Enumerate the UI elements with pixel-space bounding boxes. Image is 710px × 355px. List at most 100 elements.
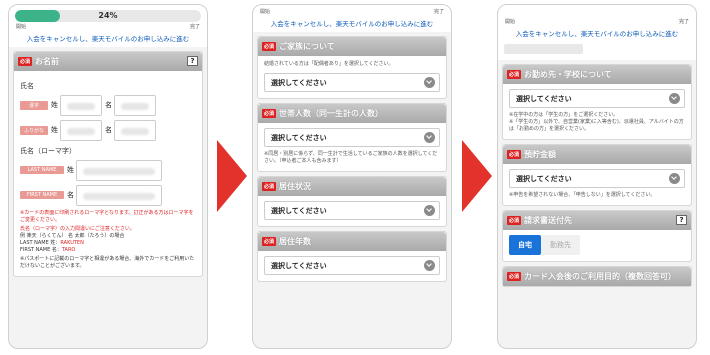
select-value: 選択してください [271,78,327,87]
years-section: 必須 居住年数 選択してください [257,231,447,282]
chevron-down-icon [424,205,435,216]
progress-start-label: 開始 [260,9,271,15]
kanji-tag: 漢字 [20,100,48,110]
household-select[interactable]: 選択してください [264,128,440,147]
furigana-first-name-input[interactable] [114,119,156,141]
section-title: お名前 [35,57,60,66]
select-value: 選択してください [516,94,572,103]
example-last-value: RAKUTEN [60,240,84,246]
name-section: 必須 お名前 ? 氏名 漢字 姓 名 ふりがな 姓 名 氏名（ローマ字） LAS… [13,51,203,277]
example-first-value: TARO [61,247,76,253]
passport-note: ※パスポートに記載のローマ字と相違がある場合、海外でカードをご利用いただけないこ… [20,256,195,269]
mei-label: 名 [67,191,74,199]
sei-label: 姓 [67,166,74,174]
section-header: 必須 お名前 ? [14,52,202,71]
previous-select-cut [504,44,584,54]
mail-option-work[interactable]: 勤務先 [541,235,580,255]
section-title: カード入会後のご利用目的（複数回答可） [524,272,677,281]
last-name-tag: LAST NAME [20,166,64,174]
furigana-tag: ふりがな [20,125,48,135]
mei-label: 名 [105,101,112,109]
help-icon[interactable]: ? [187,56,198,66]
required-badge: 必須 [262,42,277,51]
name-label: 氏名 [20,82,34,90]
progress-start-label: 開始 [505,19,516,25]
household-note: ※同居・別居に係らず、同一生計で生活しているご家族の人数を選択してください。（申… [264,151,438,164]
mail-option-home[interactable]: 自宅 [509,235,541,255]
chevron-down-icon [424,132,435,143]
furigana-last-name-input[interactable] [60,119,102,141]
chevron-down-icon [424,77,435,88]
mail-section: 必須 請求書送付先 ? 自宅 勤務先 [502,210,692,262]
residence-select[interactable]: 選択してください [264,201,440,220]
help-icon[interactable]: ? [676,215,687,225]
first-name-tag: FIRST NAME [20,191,64,199]
savings-note: ※申告を希望されない場合、「申告しない」を選択してください。 [509,192,656,198]
progress-end-label: 完了 [678,19,689,25]
required-badge: 必須 [507,216,522,225]
progress-bar: 24% [15,10,201,22]
progress-end-label: 完了 [433,9,444,15]
next-arrow-icon [462,140,492,212]
section-title: 世帯人数（同一生計の人数） [279,109,384,118]
sei-label: 姓 [51,126,58,134]
romaji-last-name-input[interactable] [76,159,162,181]
chevron-down-icon [669,93,680,104]
savings-section: 必須 預貯金額 選択してください ※申告を希望されない場合、「申告しない」を選択… [502,144,692,206]
select-value: 選択してください [271,206,327,215]
required-badge: 必須 [507,150,522,159]
screen-employment-step: 開始 完了 入会をキャンセルし、楽天モバイルのお申し込みに進む 必須 お勤め先・… [497,4,697,349]
employment-note-2: ※「学生の方」以外で、自営業(家業)に入等含む)、派遣社員、アルバイトの方は「お… [509,119,684,132]
required-badge: 必須 [262,182,277,191]
section-title: ご家族について [279,42,335,51]
progress-end-label: 完了 [189,24,200,30]
required-badge: 必須 [507,272,522,281]
select-value: 選択してください [271,133,327,142]
required-badge: 必須 [262,109,277,118]
household-section: 必須 世帯人数（同一生計の人数） 選択してください ※同居・別居に係らず、同一生… [257,103,447,172]
usage-section: 必須 カード入会後のご利用目的（複数回答可） [502,266,692,287]
required-badge: 必須 [262,237,277,246]
sei-label: 姓 [51,101,58,109]
example-last-label: LAST NAME 姓： [20,240,61,246]
chevron-down-icon [424,260,435,271]
family-note: 結婚されている方は「配偶者あり」を選択してください。 [264,61,394,67]
example-last: LAST NAME 姓：RAKUTEN [20,240,196,247]
romaji-first-name-input[interactable] [76,184,162,206]
screen-family-step: 開始 完了 入会をキャンセルし、楽天モバイルのお申し込みに進む 必須 ご家族につ… [252,4,452,349]
progress-start-label: 開始 [16,24,27,30]
progress-percent: 24% [98,11,118,20]
example-first-label: FIRST NAME 名： [20,247,62,253]
romaji-label: 氏名（ローマ字） [20,147,76,155]
required-badge: 必須 [18,57,33,66]
cancel-link[interactable]: 入会をキャンセルし、楽天モバイルのお申し込みに進む [9,30,207,47]
kanji-first-name-input[interactable] [114,94,156,116]
residence-section: 必須 居住状況 選択してください [257,176,447,227]
progress-area: 24% 開始 完了 [9,5,207,30]
select-value: 選択してください [271,261,327,270]
chevron-down-icon [669,173,680,184]
employment-select[interactable]: 選択してください [509,89,685,108]
next-arrow-icon [217,140,247,212]
cancel-link[interactable]: 入会をキャンセルし、楽天モバイルのお申し込みに進む [498,25,696,42]
select-value: 選択してください [516,174,572,183]
section-title: 請求書送付先 [524,216,573,225]
mail-toggle: 自宅 勤務先 [509,235,685,255]
savings-select[interactable]: 選択してください [509,169,685,188]
years-select[interactable]: 選択してください [264,256,440,275]
example-first: FIRST NAME 名：TARO [20,247,196,254]
romaji-warning: 氏名（ローマ字）の入力間違いにご注意ください。 [20,226,135,232]
employment-section: 必須 お勤め先・学校について 選択してください ※在学中の方は「学生の方」をご選… [502,64,692,140]
required-badge: 必須 [507,70,522,79]
kanji-last-name-input[interactable] [60,94,102,116]
section-title: 居住状況 [279,182,312,191]
family-select[interactable]: 選択してください [264,73,440,92]
section-title: 預貯金額 [524,150,557,159]
screen-name-step: 24% 開始 完了 入会をキャンセルし、楽天モバイルのお申し込みに進む 必須 お… [8,4,208,349]
family-section: 必須 ご家族について 結婚されている方は「配偶者あり」を選択してください。 選択… [257,36,447,99]
mei-label: 名 [105,126,112,134]
section-title: 居住年数 [279,237,312,246]
employment-note-1: ※在学中の方は「学生の方」をご選択ください。 [509,112,619,118]
example-line: 例 楽天（らくてん） 名 太郎（たろう）の場合 [20,233,125,239]
cancel-link[interactable]: 入会をキャンセルし、楽天モバイルのお申し込みに進む [253,15,451,32]
